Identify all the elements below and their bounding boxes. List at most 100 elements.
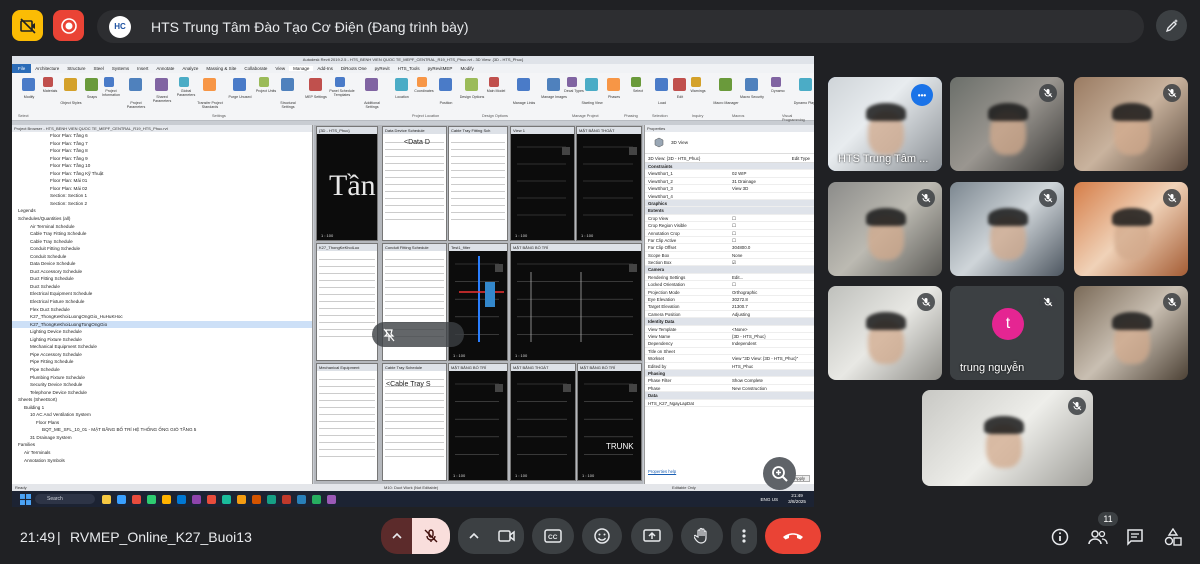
browser-tree-item[interactable]: Floor Plan: Tầng Kỹ Thuật [12,170,312,178]
speaking-indicator[interactable]: ••• [911,84,933,106]
property-row[interactable]: Scope Box None [645,252,814,260]
browser-tree-item[interactable]: Lighting Fixture Schedule [12,336,312,344]
revit-menu-item[interactable]: Structure [63,66,89,71]
revit-menu-item[interactable]: Annotate [152,66,178,71]
property-row[interactable]: ViewShort_3 View 3D [645,185,814,193]
property-value[interactable] [729,193,814,199]
meeting-info-button[interactable] [1050,527,1070,547]
property-row[interactable]: Camera [645,266,814,274]
revit-menu-item[interactable]: Systems [108,66,133,71]
view-window[interactable]: MẶT BẰNG BỐ TRÍ 1 : 100 [448,363,508,481]
browser-tree-item[interactable]: Flex Duct Schedule [12,306,312,314]
browser-tree-item[interactable]: K27_ThongKeKhoiLuongTongOngGio [12,320,312,329]
view-tab-title[interactable]: Conduit Fitting Schedule [383,244,446,251]
participant-tile[interactable] [1074,182,1188,276]
ribbon-tool-icon[interactable] [691,77,701,87]
taskbar-app-icon[interactable] [297,494,306,504]
property-value[interactable]: ☐ [729,222,814,228]
revit-menu-item[interactable]: pyRevitMEP [424,66,457,71]
audio-options-button[interactable] [381,518,413,554]
browser-tree-item[interactable]: Families [12,441,312,449]
ribbon-tool-icon[interactable] [203,78,216,91]
property-value[interactable]: Independent [729,340,814,346]
revit-menu-item[interactable]: Insert [133,66,152,71]
taskbar-app-icon[interactable] [312,494,321,504]
property-row[interactable]: Far Clip Offset 304800.0 [645,244,814,252]
activities-button[interactable] [1163,527,1183,547]
browser-tree-item[interactable]: Schedules/Quantities (all) [12,215,312,223]
browser-tree-item[interactable]: Section: Section 2 [12,200,312,208]
browser-tree-item[interactable]: Pipe Schedule [12,366,312,374]
reactions-button[interactable] [582,518,622,554]
ribbon-tool-icon[interactable] [104,77,114,87]
project-browser[interactable]: Project Browser - HTS_BENH VIEN QUOC TE_… [12,125,313,484]
presentation-banner[interactable]: HC HTS Trung Tâm Đào Tạo Cơ Điện (Đang t… [97,10,1144,43]
browser-tree-item[interactable]: Pipe Fitting Schedule [12,358,312,366]
property-value[interactable]: View "3D View: {3D - HTS_Phuc}" [729,355,814,361]
ribbon-tool-icon[interactable] [439,78,452,91]
people-button[interactable] [1088,527,1108,547]
ribbon-tool-icon[interactable] [745,78,758,91]
browser-tree-item[interactable]: Cable Tray Fitting Schedule [12,230,312,238]
property-value[interactable] [729,400,814,406]
pin-off-icon[interactable] [382,328,396,342]
ribbon-tool-icon[interactable] [64,78,77,91]
taskbar-app-icon[interactable] [132,494,141,504]
ribbon-tool-icon[interactable] [365,78,378,91]
browser-tree-item[interactable]: BQT_ME_SFL_10_01 - MẶT BẰNG BỐ TRÍ HỆ TH… [12,426,312,434]
revit-menu-item[interactable]: Manage [289,66,314,71]
property-row[interactable]: Dependency Independent [645,340,814,348]
revit-menu-item[interactable]: Collaborate [240,66,271,71]
view-tab-title[interactable]: MẶT BẰNG BỐ TRÍ [578,364,641,371]
property-row[interactable]: Phase Filter Show Complete [645,377,814,385]
property-row[interactable]: Data [645,392,814,400]
ribbon-tool-icon[interactable] [233,78,246,91]
browser-tree-item[interactable]: Building 1 [12,404,312,412]
property-row[interactable]: Eye Elevation 30272.8 [645,296,814,304]
type-selector[interactable]: 3D View [645,132,814,154]
property-row[interactable]: Title on Sheet [645,348,814,356]
view-window[interactable]: View 1 1 : 100 [510,126,575,241]
participant-tile[interactable]: ••• HTS Trung Tâm ... [828,77,942,171]
property-value[interactable]: 31 Drainage [729,178,814,184]
present-screen-button[interactable] [631,518,673,554]
taskbar-app-icon[interactable] [102,494,111,504]
browser-tree-item[interactable]: Electrical Equipment Schedule [12,290,312,298]
ribbon-tool-icon[interactable] [335,77,345,87]
leave-call-button[interactable] [765,518,821,554]
recording-button[interactable] [53,10,84,41]
edit-type-button[interactable]: Edit Type [792,156,814,161]
property-value[interactable]: {3D - HTS_Phuc} [729,333,814,339]
browser-tree-item[interactable]: 31 Drainage System [12,434,312,442]
chat-button[interactable] [1125,527,1145,547]
browser-tree-item[interactable]: Duct Accessory Schedule [12,268,312,276]
taskbar-app-icon[interactable] [177,494,186,504]
revit-menu-item[interactable]: View [271,66,289,71]
participant-tile[interactable] [828,182,942,276]
taskbar-app-icon[interactable] [222,494,231,504]
browser-tree-item[interactable]: 10 AC And Ventilation System [12,411,312,419]
properties-panel[interactable]: Properties 3D View 3D View: {3D - HTS_Ph… [644,125,814,484]
property-value[interactable]: ☐ [729,281,814,287]
camera-button[interactable] [489,518,524,554]
view-tab-title[interactable]: Cable Tray Schedule [383,364,446,371]
property-row[interactable]: Locked Orientation ☐ [645,281,814,289]
browser-tree-item[interactable]: K27_ThongKeKhoiLuongOngGio_HuHuKHoc [12,313,312,321]
property-row[interactable]: Constraints [645,163,814,171]
participant-tile[interactable] [922,390,1093,486]
microphone-button[interactable] [412,518,450,554]
property-value[interactable]: None [729,252,814,258]
property-value[interactable]: ☐ [729,237,814,243]
taskbar-app-icon[interactable] [192,494,201,504]
ribbon-tool-icon[interactable] [155,78,168,91]
browser-tree-item[interactable]: Air Terminal Schedule [12,223,312,231]
property-row[interactable]: Edited by HTS_Phuc [645,363,814,370]
property-value[interactable]: ☐ [729,230,814,236]
view-window[interactable]: Mechanical Equipment [316,363,378,481]
ribbon-tool-icon[interactable] [567,77,577,87]
taskbar-app-icon[interactable] [267,494,276,504]
view-tab-title[interactable]: Data Device Schedule [383,127,446,134]
ribbon-tool-icon[interactable] [655,78,668,91]
ribbon-tool-icon[interactable] [417,77,427,87]
view-tab-title[interactable]: Cable Tray Fitting Sch [449,127,507,134]
